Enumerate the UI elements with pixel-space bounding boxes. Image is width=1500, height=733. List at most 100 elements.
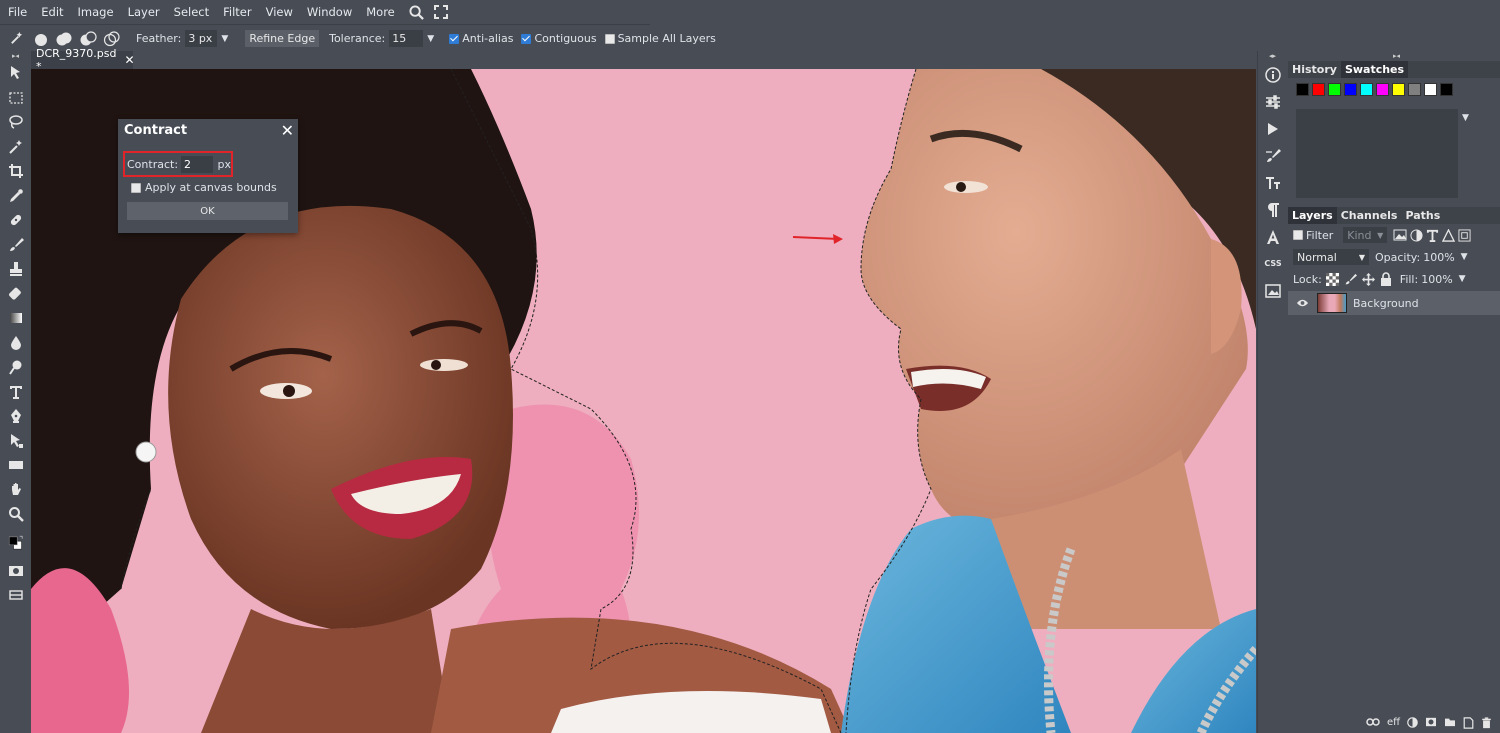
swatch[interactable] — [1376, 83, 1389, 96]
stamp-tool-icon[interactable] — [0, 257, 31, 282]
tab-swatches[interactable]: Swatches — [1340, 61, 1409, 78]
swatch[interactable] — [1312, 83, 1325, 96]
marquee-tool-icon[interactable] — [0, 86, 31, 111]
menu-window[interactable]: Window — [307, 5, 352, 19]
tolerance-dropdown-icon[interactable]: ▼ — [427, 34, 437, 44]
ok-button[interactable]: OK — [127, 202, 288, 220]
path-select-tool-icon[interactable] — [0, 429, 31, 454]
css-icon[interactable]: CSS — [1258, 250, 1288, 277]
lock-all-icon[interactable] — [1380, 272, 1392, 286]
menu-image[interactable]: Image — [78, 5, 114, 19]
lasso-tool-icon[interactable] — [0, 110, 31, 135]
move-tool-icon[interactable] — [0, 61, 31, 86]
panel-collapse-icon[interactable]: ▸◂ — [1288, 51, 1500, 61]
brush-tool-icon[interactable] — [0, 233, 31, 258]
tab-history[interactable]: History — [1288, 61, 1341, 78]
selection-new-icon[interactable] — [30, 29, 50, 49]
layer-mask-icon[interactable] — [1425, 717, 1437, 727]
feather-dropdown-icon[interactable]: ▼ — [221, 34, 231, 44]
menu-select[interactable]: Select — [174, 5, 209, 19]
lock-position-icon[interactable] — [1361, 272, 1375, 286]
anti-alias-checkbox[interactable] — [449, 33, 460, 44]
swatch[interactable] — [1392, 83, 1405, 96]
layer-row-background[interactable]: Background — [1288, 291, 1500, 315]
image-filter-icon[interactable] — [1393, 229, 1407, 241]
fullscreen-icon[interactable] — [433, 5, 448, 19]
character-icon[interactable] — [1258, 169, 1288, 196]
swatch[interactable] — [1296, 83, 1309, 96]
lock-pixels-icon[interactable] — [1344, 273, 1357, 286]
hand-tool-icon[interactable] — [0, 478, 31, 503]
swatch-area[interactable] — [1296, 109, 1458, 198]
glyph-style-icon[interactable] — [1258, 223, 1288, 250]
dodge-tool-icon[interactable] — [0, 355, 31, 380]
shape-tool-icon[interactable] — [0, 453, 31, 478]
swatch[interactable] — [1424, 83, 1437, 96]
selection-intersect-icon[interactable] — [102, 29, 122, 49]
zoom-tool-icon[interactable] — [0, 502, 31, 527]
swatch[interactable] — [1408, 83, 1421, 96]
blend-mode-select[interactable]: Normal ▼ — [1293, 249, 1369, 265]
opacity-value[interactable]: 100% — [1423, 251, 1454, 264]
text-tool-icon[interactable] — [0, 380, 31, 405]
magic-wand-icon[interactable] — [6, 29, 26, 49]
menu-view[interactable]: View — [266, 5, 293, 19]
healing-brush-tool-icon[interactable] — [0, 208, 31, 233]
magic-wand-tool-icon[interactable] — [0, 135, 31, 160]
type-filter-icon[interactable] — [1426, 229, 1439, 242]
pen-tool-icon[interactable] — [0, 404, 31, 429]
tolerance-input[interactable]: 15 — [389, 30, 424, 47]
menu-file[interactable]: File — [8, 5, 27, 19]
shape-filter-icon[interactable] — [1442, 228, 1456, 242]
delete-layer-icon[interactable] — [1481, 717, 1492, 729]
layer-effects-icon[interactable]: eff — [1387, 717, 1400, 729]
new-group-icon[interactable] — [1444, 717, 1456, 727]
tab-layers[interactable]: Layers — [1288, 207, 1337, 224]
color-swatches-icon[interactable] — [0, 527, 31, 559]
fill-value[interactable]: 100% — [1421, 273, 1452, 286]
actions-play-icon[interactable] — [1258, 115, 1288, 142]
kind-select[interactable]: Kind ▼ — [1343, 227, 1388, 243]
panel-menu-dropdown-icon[interactable]: ▼ — [1462, 113, 1469, 123]
eyedropper-tool-icon[interactable] — [0, 184, 31, 209]
paragraph-icon[interactable] — [1258, 196, 1288, 223]
contiguous-checkbox[interactable] — [521, 33, 532, 44]
smart-object-filter-icon[interactable] — [1458, 228, 1471, 242]
tab-channels[interactable]: Channels — [1337, 207, 1402, 224]
info-icon[interactable] — [1258, 61, 1288, 88]
link-layers-icon[interactable] — [1366, 717, 1380, 727]
adjustment-filter-icon[interactable] — [1410, 228, 1423, 242]
close-icon[interactable]: ✕ — [124, 53, 134, 67]
apply-bounds-checkbox[interactable] — [131, 182, 141, 193]
document-tab[interactable]: DCR_9370.psd * ✕ — [31, 47, 135, 73]
gradient-tool-icon[interactable] — [0, 306, 31, 331]
toolbar-collapse-icon[interactable]: ▸◂ — [0, 51, 31, 61]
quick-mask-icon[interactable] — [0, 559, 31, 584]
selection-add-icon[interactable] — [54, 29, 74, 49]
dialog-title-bar[interactable]: Contract ✕ — [118, 119, 298, 141]
eye-visibility-icon[interactable] — [1296, 298, 1309, 308]
filter-checkbox[interactable] — [1293, 230, 1303, 240]
contract-input[interactable]: 2 — [181, 155, 213, 173]
swatch[interactable] — [1360, 83, 1373, 96]
menu-filter[interactable]: Filter — [223, 5, 251, 19]
new-layer-icon[interactable] — [1463, 717, 1474, 729]
image-icon[interactable] — [1258, 277, 1288, 304]
search-icon[interactable] — [409, 4, 424, 20]
menu-layer[interactable]: Layer — [128, 5, 160, 19]
swatch[interactable] — [1344, 83, 1357, 96]
crop-tool-icon[interactable] — [0, 159, 31, 184]
opacity-dropdown-icon[interactable]: ▼ — [1461, 252, 1468, 262]
fill-dropdown-icon[interactable]: ▼ — [1459, 274, 1466, 284]
menu-edit[interactable]: Edit — [41, 5, 63, 19]
feather-input[interactable]: 3 px — [185, 30, 218, 47]
eraser-tool-icon[interactable] — [0, 282, 31, 307]
screen-mode-icon[interactable] — [0, 583, 31, 608]
refine-edge-button[interactable]: Refine Edge — [245, 30, 320, 47]
brush-settings-icon[interactable] — [1258, 142, 1288, 169]
selection-subtract-icon[interactable] — [78, 29, 98, 49]
adjustments-icon[interactable] — [1258, 88, 1288, 115]
swatch[interactable] — [1440, 83, 1453, 96]
tab-paths[interactable]: Paths — [1401, 207, 1444, 224]
strip-collapse-icon[interactable]: ◂▸ — [1258, 51, 1287, 61]
